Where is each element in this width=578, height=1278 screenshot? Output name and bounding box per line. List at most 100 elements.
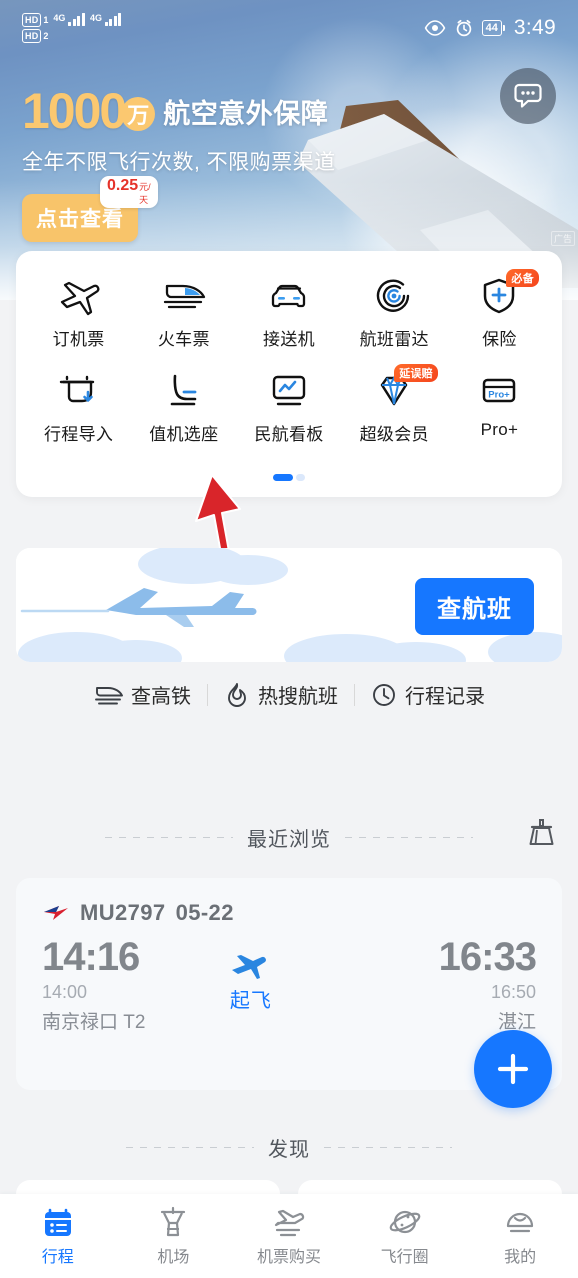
broom-icon	[529, 819, 554, 845]
quick-link-train[interactable]: 查高铁	[77, 680, 207, 709]
eye-icon	[424, 20, 445, 36]
airplane-takeoff-icon	[57, 273, 101, 319]
discover-section-header: 发现	[0, 1133, 578, 1162]
nav-item-airport[interactable]: 机场	[116, 1206, 232, 1267]
nav-label: 机票购买	[256, 1248, 321, 1266]
banner-subline: 全年不限飞行次数, 不限购票渠道	[22, 151, 336, 174]
network-type-1: 4G	[53, 13, 66, 23]
flight-status: 起飞	[229, 990, 272, 1012]
flight-number: MU2797	[80, 900, 166, 925]
price-unit: 元/天	[139, 182, 151, 205]
grid-label: 民航看板	[254, 425, 324, 444]
grid-badge: 必备	[506, 269, 539, 287]
grid-item-insurance[interactable]: 必备 保险	[447, 269, 552, 350]
departure-actual-time: 14:16	[42, 935, 140, 979]
service-grid: 订机票 火车票 接送机 航班雷达 必备 保险 行程导入 值机选座 民航看板 延误…	[16, 251, 562, 497]
dashboard-chart-icon	[267, 368, 311, 414]
service-grid-row-1: 订机票 火车票 接送机 航班雷达 必备 保险	[26, 269, 552, 350]
nav-label: 我的	[504, 1248, 537, 1266]
grid-item-checkin-seat[interactable]: 值机选座	[131, 364, 236, 445]
search-flight-button[interactable]: 查航班	[415, 578, 534, 635]
grid-label: 航班雷达	[359, 330, 429, 349]
grid-label: Pro+	[480, 420, 519, 439]
grid-label: 超级会员	[359, 425, 429, 444]
arrival-block: 16:33 16:50 湛江	[438, 934, 537, 1034]
signal-icon-2: 4G	[90, 13, 122, 26]
recent-section-header: 最近浏览	[0, 823, 578, 852]
price-badge: 0.25 元/天	[100, 176, 158, 208]
divider	[345, 837, 473, 838]
quick-link-label: 查高铁	[131, 686, 191, 708]
pro-card-icon: Pro+	[477, 368, 521, 414]
control-tower-icon	[161, 1206, 186, 1236]
planet-icon	[389, 1210, 420, 1233]
chat-bubble-icon	[514, 83, 542, 108]
car-icon	[266, 273, 312, 319]
quick-link-label: 行程记录	[405, 686, 485, 708]
divider	[324, 1147, 452, 1148]
grid-badge: 延误赔	[394, 364, 438, 382]
banner-headline: 航空意外保障	[163, 98, 329, 129]
clock-icon	[373, 683, 395, 706]
grid-item-super-member[interactable]: 延误赔 超级会员	[342, 364, 447, 445]
grid-label: 火车票	[157, 330, 210, 349]
status-bar: HD 1 HD 2 4G 4G 44 3:49	[0, 0, 578, 56]
nav-label: 机场	[157, 1248, 190, 1266]
arrival-actual-time: 16:33	[438, 935, 537, 979]
chat-bubble-button[interactable]	[500, 68, 556, 124]
nav-item-flight-circle[interactable]: 飞行圈	[347, 1206, 463, 1267]
divider	[105, 837, 233, 838]
airplane-ticket-icon	[274, 1209, 305, 1236]
flight-card-header: MU2797 05-22	[42, 900, 536, 926]
nav-item-buy-ticket[interactable]: 机票购买	[231, 1206, 347, 1267]
banner-amount: 1000	[22, 83, 127, 139]
battery-icon: 44	[481, 20, 505, 36]
pager-dot[interactable]	[296, 474, 305, 481]
shield-plus-icon: 必备	[478, 269, 539, 319]
network-type-2: 4G	[89, 13, 102, 23]
nav-label: 行程	[41, 1248, 74, 1266]
nav-item-profile[interactable]: 我的	[462, 1206, 578, 1267]
flight-search-card[interactable]: 查航班	[16, 548, 562, 662]
grid-pager[interactable]	[273, 474, 305, 481]
flight-status-block: 起飞	[228, 934, 274, 1013]
plus-icon	[497, 1053, 529, 1085]
grid-item-book-flight[interactable]: 订机票	[26, 269, 131, 350]
app-screen: HD 1 HD 2 4G 4G 44 3:49 1000 万 航空意外保障 全年…	[0, 0, 578, 1278]
diamond-icon: 延误赔	[372, 364, 438, 414]
grid-label: 值机选座	[149, 425, 219, 444]
grid-item-train-ticket[interactable]: 火车票	[131, 269, 236, 350]
battery-level: 44	[481, 20, 502, 36]
profile-smile-icon	[507, 1212, 534, 1232]
price-value: 0.25	[107, 177, 139, 194]
bottom-navigation: 行程 机场 机票购买 飞行圈 我的	[0, 1194, 578, 1278]
quick-links: 查高铁 热搜航班 行程记录	[0, 680, 578, 709]
add-trip-button[interactable]	[474, 1030, 552, 1108]
grid-item-pro-plus[interactable]: Pro+ Pro+	[447, 364, 552, 445]
import-trip-icon	[57, 368, 101, 414]
pager-dot-active[interactable]	[273, 474, 293, 481]
grid-label: 接送机	[263, 330, 315, 349]
quick-link-trip-history[interactable]: 行程记录	[355, 680, 501, 709]
service-grid-row-2: 行程导入 值机选座 民航看板 延误赔 超级会员 Pro+ Pro+	[26, 364, 552, 445]
signal-icon-1: 4G	[53, 13, 85, 26]
quick-link-hot-flights[interactable]: 热搜航班	[208, 680, 354, 709]
grid-item-import-trip[interactable]: 行程导入	[26, 364, 131, 445]
nav-item-trips[interactable]: 行程	[0, 1206, 116, 1267]
grid-item-airport-transfer[interactable]: 接送机	[236, 269, 341, 350]
hd-badge-1: HD	[22, 13, 42, 27]
grid-label: 订机票	[52, 330, 105, 349]
seat-icon	[162, 368, 206, 414]
flight-date: 05-22	[175, 900, 234, 925]
clock-time: 3:49	[513, 16, 556, 39]
hd-badge-2: HD	[22, 29, 42, 43]
grid-item-flight-radar[interactable]: 航班雷达	[342, 269, 447, 350]
divider	[126, 1147, 254, 1148]
grid-item-aviation-board[interactable]: 民航看板	[236, 364, 341, 445]
flight-card-body: 14:16 14:00 南京禄口 T2 起飞 16:33 16:50 湛江	[42, 934, 537, 1034]
arrival-scheduled-time: 16:50	[490, 982, 536, 1002]
grid-label: 保险	[482, 330, 517, 349]
departure-airport: 南京禄口 T2	[42, 1012, 146, 1033]
clear-recent-button[interactable]	[524, 816, 558, 855]
grid-label: 行程导入	[44, 425, 114, 444]
